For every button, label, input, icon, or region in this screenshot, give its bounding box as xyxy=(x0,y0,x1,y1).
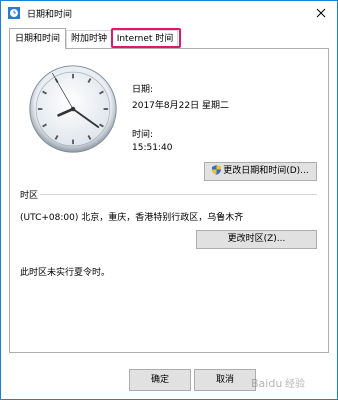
timezone-heading: 时区 xyxy=(20,191,39,201)
change-date-time-button[interactable]: 更改日期和时间(D)... xyxy=(204,162,317,181)
close-button[interactable] xyxy=(311,3,331,23)
tab-panel: 日期: 2017年8月22日 星期二 时间: 15:51:40 更改日期和时间(… xyxy=(9,48,329,353)
highlight-box xyxy=(111,28,181,48)
date-label: 日期: xyxy=(132,85,154,95)
dst-note: 此时区未实行夏令时。 xyxy=(20,268,111,278)
analog-clock xyxy=(29,65,117,153)
shield-icon xyxy=(212,165,222,175)
date-value: 2017年8月22日 星期二 xyxy=(132,101,229,111)
timezone-divider xyxy=(40,194,317,195)
svg-text:经验: 经验 xyxy=(285,377,305,390)
close-icon xyxy=(316,8,326,18)
svg-text:Baidu: Baidu xyxy=(251,377,282,390)
cancel-button[interactable]: 取消 xyxy=(194,369,256,391)
change-timezone-button[interactable]: 更改时区(Z)... xyxy=(196,230,317,249)
clock-app-icon xyxy=(7,6,21,20)
change-date-time-label: 更改日期和时间(D)... xyxy=(223,166,309,176)
time-value: 15:51:40 xyxy=(132,143,173,153)
date-time-dialog: 日期和时间 日期和时间 附加时钟 Internet 时间 日期: 2017年8月… xyxy=(0,0,338,400)
time-label: 时间: xyxy=(132,130,154,140)
baidu-watermark-logo: Baidu 经验 xyxy=(251,377,305,390)
tab-strip: 日期和时间 附加时钟 Internet 时间 xyxy=(9,28,329,50)
ok-button[interactable]: 确定 xyxy=(129,369,191,391)
tab-date-time[interactable]: 日期和时间 xyxy=(9,28,66,49)
timezone-value: (UTC+08:00) 北京，重庆，香港特别行政区，乌鲁木齐 xyxy=(20,213,244,223)
window-title: 日期和时间 xyxy=(27,10,73,20)
title-bar: 日期和时间 xyxy=(1,1,337,25)
tab-additional-clocks[interactable]: 附加时钟 xyxy=(66,30,112,48)
